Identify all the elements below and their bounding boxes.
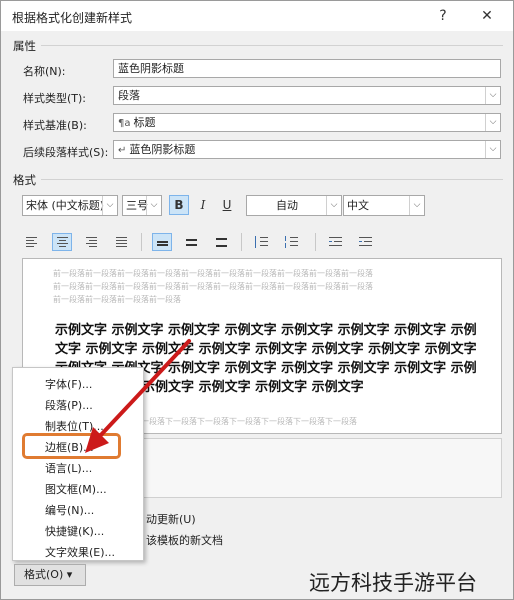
watermark-text: 远方科技手游平台 (309, 571, 477, 595)
annotation-arrow (85, 339, 191, 453)
annotation-arrow-shaft (97, 339, 191, 439)
new-style-dialog: 根据格式化创建新样式 ? ✕ 属性 名称(N): 蓝色阴影标题 样式类型(T):… (0, 0, 514, 600)
